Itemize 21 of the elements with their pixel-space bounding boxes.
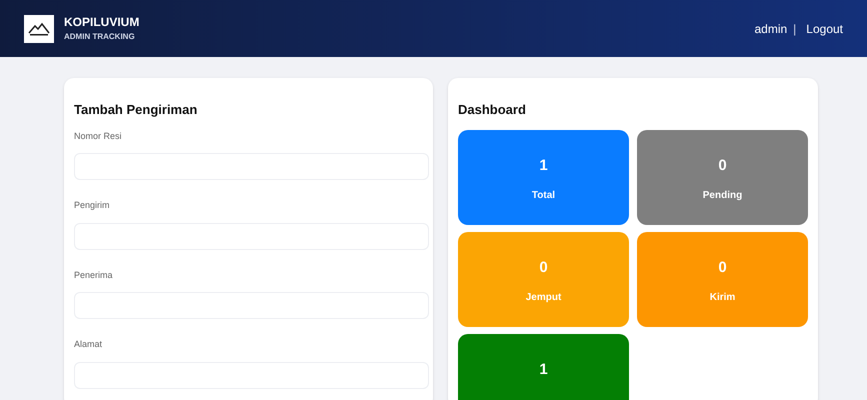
brand-name: KOPILUVIUM (64, 14, 140, 30)
field-label: Pengirim (74, 199, 111, 212)
logo-icon (24, 14, 54, 42)
stat-label: Jemput (526, 290, 562, 304)
separator: | (793, 20, 796, 38)
stat-value: 0 (718, 156, 727, 176)
stat-label: Pending (702, 188, 742, 202)
stat-value: 1 (539, 156, 548, 176)
dashboard-title: Dashboard (458, 101, 527, 119)
stat-value: 0 (539, 258, 548, 278)
username: admin (754, 20, 788, 38)
stat-value: 1 (539, 360, 548, 380)
stat-label: Total (532, 188, 556, 202)
logout-link[interactable]: Logout (806, 20, 843, 38)
field-label: Penerima (74, 268, 114, 282)
brand-subtitle: ADMIN TRACKING (64, 30, 136, 42)
stat-value: 0 (718, 258, 727, 278)
field-label: Nomor Resi (74, 130, 123, 142)
form-title: Tambah Pengiriman (74, 101, 198, 119)
field-label: Alamat (74, 338, 104, 351)
stat-label: Kirim (710, 290, 736, 304)
